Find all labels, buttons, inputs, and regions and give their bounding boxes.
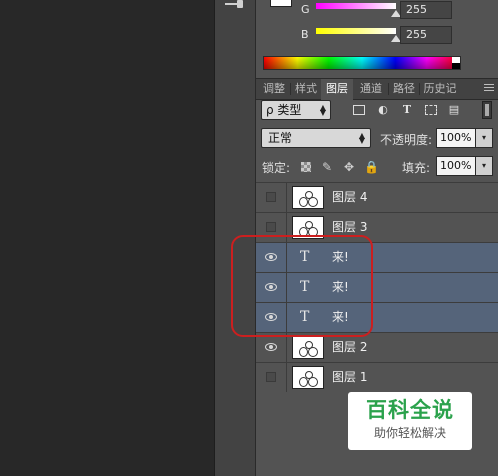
channel-label-g: G <box>301 3 310 16</box>
lock-label: 锁定: <box>262 161 291 175</box>
g-value-field[interactable]: 255 <box>400 1 452 19</box>
lock-all-icon[interactable]: 🔒 <box>364 160 379 174</box>
layer-name: 图层 2 <box>332 340 368 354</box>
hidden-box-icon <box>266 192 276 202</box>
layer-thumbnail <box>292 366 324 389</box>
blend-mode-dropdown[interactable]: 正常 ▲ ▼ <box>261 128 371 148</box>
filter-toggle-switch[interactable] <box>482 101 492 119</box>
filter-adjustment-icon[interactable]: ◐ <box>377 104 389 116</box>
opacity-dropdown-button[interactable]: ▾ <box>475 128 493 148</box>
watermark-logo: 百科全说 助你轻松解决 <box>348 392 472 450</box>
opacity-field[interactable]: 100% <box>436 128 476 148</box>
foreground-color-swatch[interactable] <box>270 0 292 7</box>
b-value-field[interactable]: 255 <box>400 26 452 44</box>
layer-row[interactable]: 图层 1 <box>256 362 498 392</box>
layer-filter-kind[interactable]: ρ 类型 ▲ ▼ <box>261 100 331 120</box>
visibility-toggle[interactable] <box>256 183 287 212</box>
lock-image-pixels-icon[interactable]: ✎ <box>320 160 334 174</box>
filter-pixel-icon[interactable] <box>353 105 365 115</box>
tab-adjustments[interactable]: 调整 <box>260 79 288 99</box>
tab-paths[interactable]: 路径 <box>390 79 418 99</box>
hidden-box-icon <box>266 372 276 382</box>
b-slider-track[interactable] <box>316 28 396 34</box>
lock-transparent-pixels-icon[interactable] <box>301 162 311 172</box>
filter-shape-icon[interactable] <box>425 105 437 115</box>
layer-name: 图层 1 <box>332 370 368 384</box>
layer-thumbnail <box>292 336 324 359</box>
visibility-toggle[interactable] <box>256 333 287 362</box>
g-slider-track[interactable] <box>316 3 396 9</box>
color-spectrum-bar[interactable] <box>263 56 461 70</box>
tab-styles[interactable]: 样式 <box>292 79 320 99</box>
fill-dropdown-button[interactable]: ▾ <box>475 156 493 176</box>
layer-row[interactable]: 图层 4 <box>256 182 498 212</box>
filter-type-icon[interactable]: T <box>401 104 413 116</box>
blend-mode-value: 正常 <box>268 131 293 145</box>
highlight-annotation <box>231 235 373 337</box>
layer-name: 图层 4 <box>332 190 368 204</box>
filter-smart-object-icon[interactable]: ▤ <box>448 104 460 116</box>
watermark-title: 百科全说 <box>366 398 454 422</box>
filter-kind-label: ρ 类型 <box>266 103 302 117</box>
fill-label: 填充: <box>402 161 431 175</box>
updown-caret-icon: ▲ ▼ <box>319 103 326 117</box>
panel-tab-bar: 调整 样式 图层 通道 路径 历史记 <box>256 78 498 100</box>
watermark-subtitle: 助你轻松解决 <box>373 426 446 440</box>
tab-layers[interactable]: 图层 <box>321 79 353 100</box>
lock-position-icon[interactable]: ✥ <box>342 160 356 174</box>
tab-channels[interactable]: 通道 <box>356 79 386 99</box>
fill-field[interactable]: 100% <box>436 156 476 176</box>
layer-thumbnail <box>292 186 324 209</box>
opacity-label: 不透明度: <box>380 133 433 147</box>
updown-caret-icon: ▲ ▼ <box>358 131 365 145</box>
canvas-area <box>0 0 214 476</box>
eye-icon <box>265 343 277 351</box>
visibility-toggle[interactable] <box>256 363 287 392</box>
hidden-box-icon <box>266 222 276 232</box>
tab-history[interactable]: 历史记 <box>421 79 459 99</box>
panel-menu-icon[interactable] <box>484 84 494 94</box>
panel-toggle-icon[interactable] <box>225 0 245 10</box>
channel-label-b: B <box>301 28 309 41</box>
